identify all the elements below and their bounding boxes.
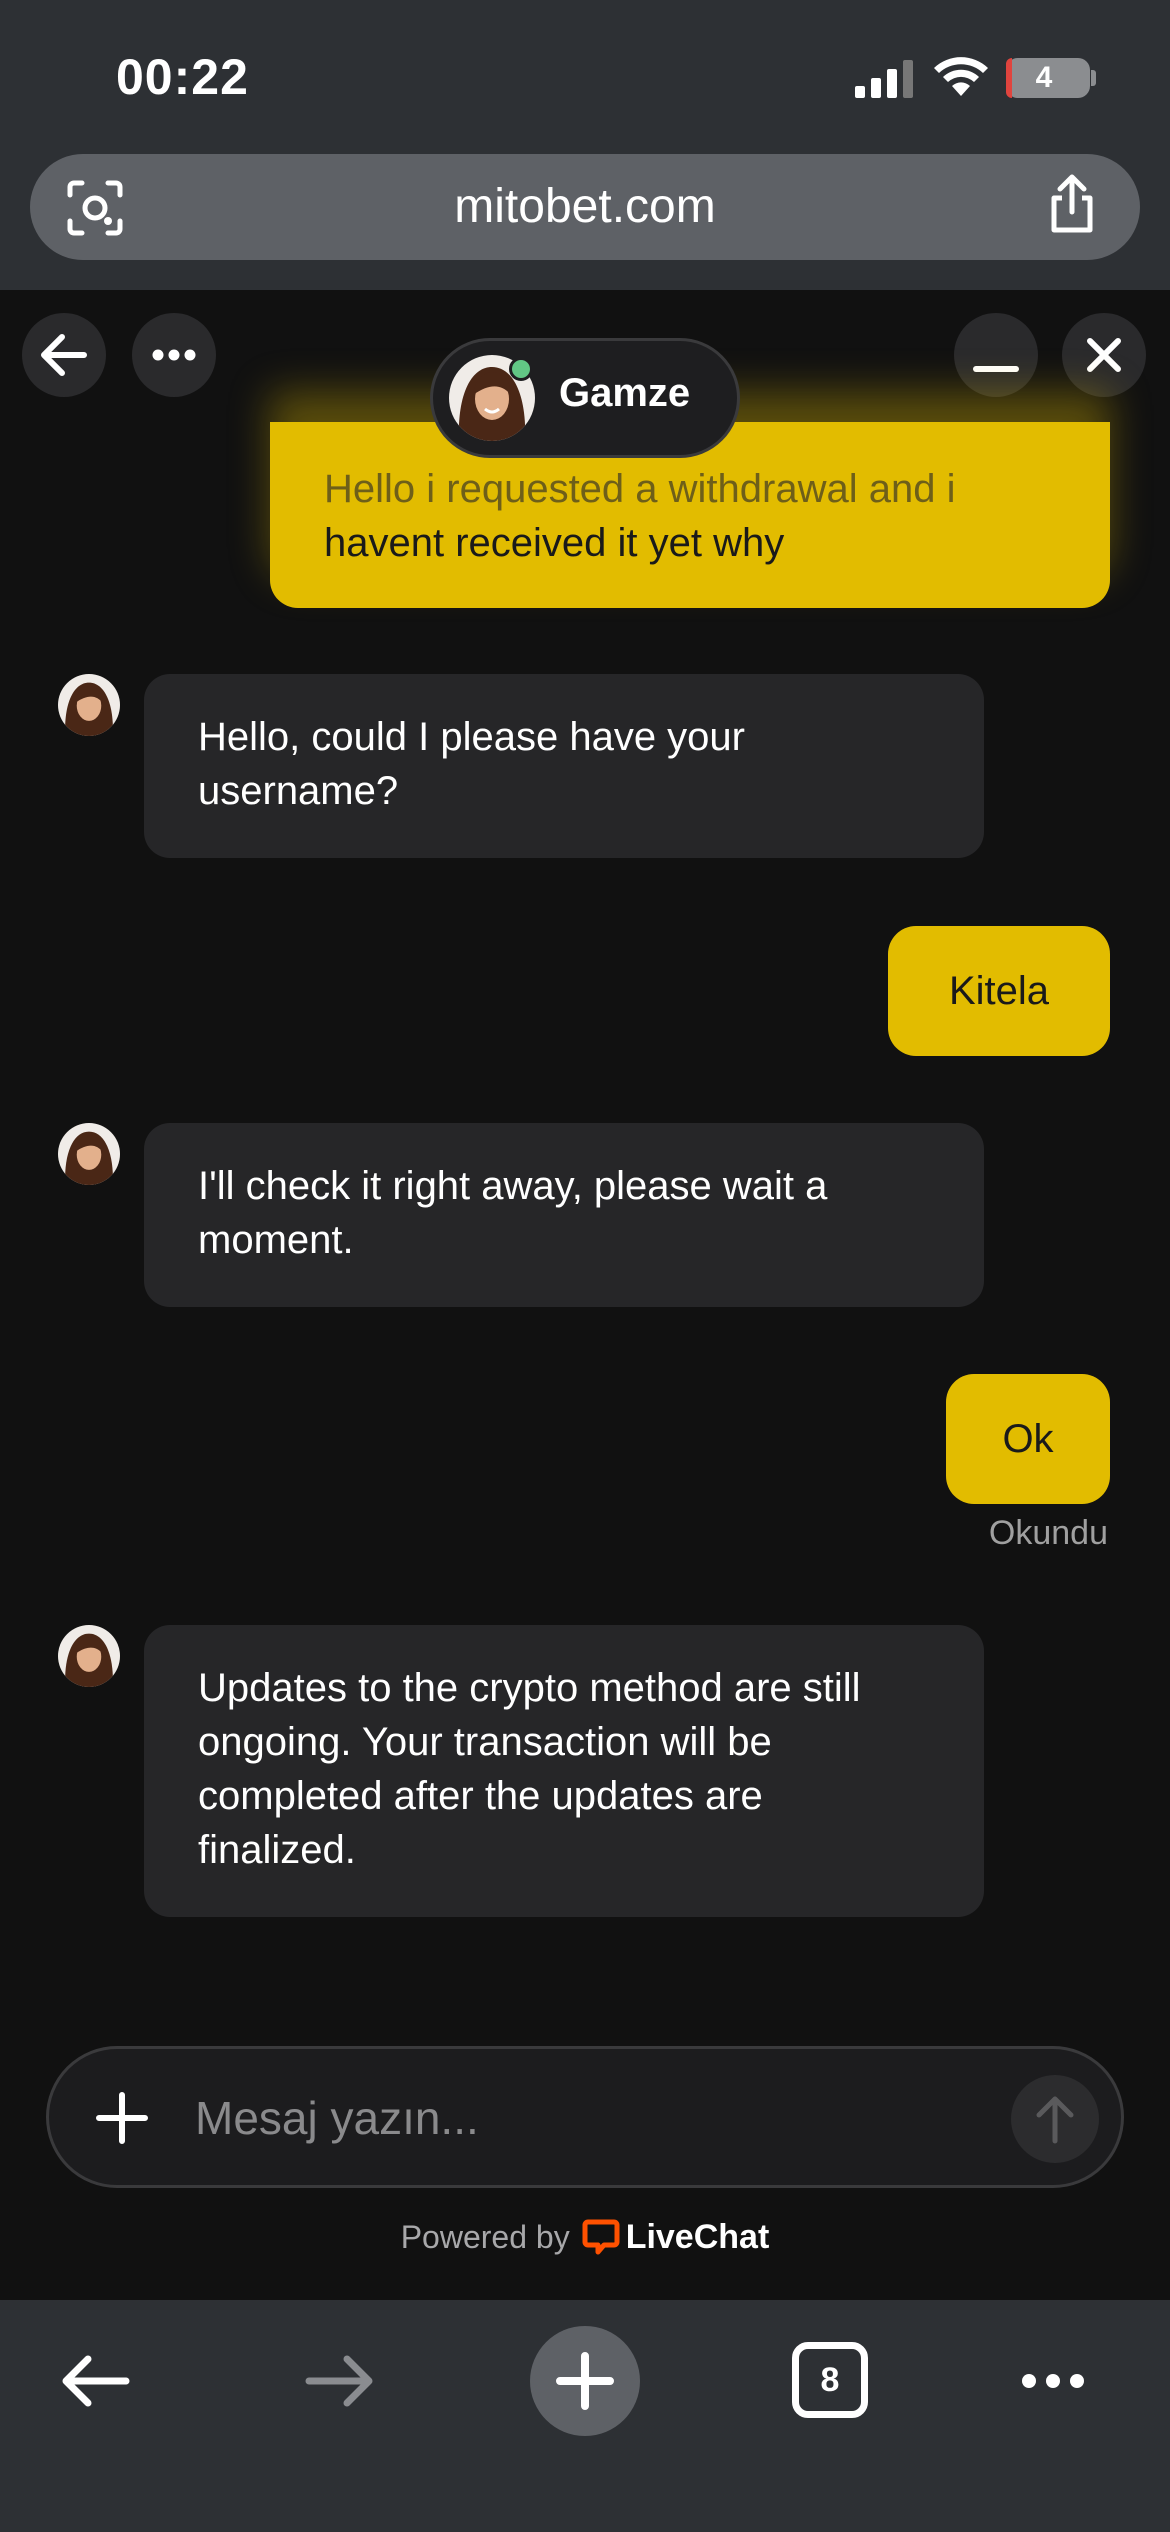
arrow-left-icon <box>41 334 87 376</box>
message-input[interactable] <box>195 2079 1035 2157</box>
cellular-signal-icon <box>855 60 913 98</box>
livechat-logo-icon <box>582 2219 620 2255</box>
arrow-right-icon <box>305 2355 373 2407</box>
url-bar[interactable]: mitobet.com <box>30 154 1140 260</box>
browser-menu-button[interactable] <box>998 2326 1108 2436</box>
message-line: havent received it yet why <box>324 521 785 565</box>
ellipsis-icon <box>152 349 196 361</box>
new-tab-button[interactable] <box>530 2326 640 2436</box>
send-button[interactable] <box>1011 2075 1099 2163</box>
browser-forward-button[interactable] <box>285 2326 395 2436</box>
livechat-brand: LiveChat <box>625 2218 770 2256</box>
user-message: Ok <box>946 1374 1110 1504</box>
agent-avatar <box>58 674 120 736</box>
close-button[interactable] <box>1062 313 1146 397</box>
close-icon <box>1087 338 1121 372</box>
battery-icon: 4 <box>1006 58 1090 98</box>
agent-header: Gamze <box>430 338 740 458</box>
arrow-up-icon <box>1036 2096 1074 2144</box>
agent-name: Gamze <box>559 371 691 415</box>
more-options-button[interactable] <box>132 313 216 397</box>
user-message: Kitela <box>888 926 1110 1056</box>
message-composer <box>46 2046 1124 2188</box>
powered-by[interactable]: Powered by LiveChat <box>0 2218 1170 2257</box>
powered-by-text: Powered by <box>400 2219 570 2255</box>
agent-avatar <box>58 1625 120 1687</box>
back-button[interactable] <box>22 313 106 397</box>
tabs-button[interactable]: 8 <box>792 2342 868 2418</box>
attach-plus-icon[interactable] <box>83 2079 161 2157</box>
agent-avatar <box>58 1123 120 1185</box>
minimize-button[interactable] <box>954 313 1038 397</box>
battery-level: 4 <box>1035 61 1053 94</box>
agent-message: I'll check it right away, please wait a … <box>144 1123 984 1307</box>
browser-top-bar: 00:22 4 mitobet.com <box>0 0 1170 290</box>
ellipsis-icon <box>1022 2374 1084 2388</box>
plus-icon <box>556 2352 614 2410</box>
online-status-dot <box>509 357 533 381</box>
screen: 00:22 4 mitobet.com Gamze Hello i reques… <box>0 0 1170 2532</box>
read-receipt: Okundu <box>988 1514 1108 1552</box>
url-text: mitobet.com <box>454 180 716 233</box>
battery-nub <box>1091 70 1096 86</box>
agent-message: Updates to the crypto method are still o… <box>144 1625 984 1917</box>
agent-message: Hello, could I please have your username… <box>144 674 984 858</box>
minimize-icon <box>973 366 1019 372</box>
wifi-icon <box>934 57 988 96</box>
share-icon[interactable] <box>1040 172 1104 236</box>
status-time: 00:22 <box>116 49 249 105</box>
message-line: Hello i requested a withdrawal and i <box>324 467 956 511</box>
arrow-left-icon <box>62 2355 130 2407</box>
browser-back-button[interactable] <box>40 2326 150 2436</box>
browser-toolbar: 8 <box>0 2300 1170 2532</box>
